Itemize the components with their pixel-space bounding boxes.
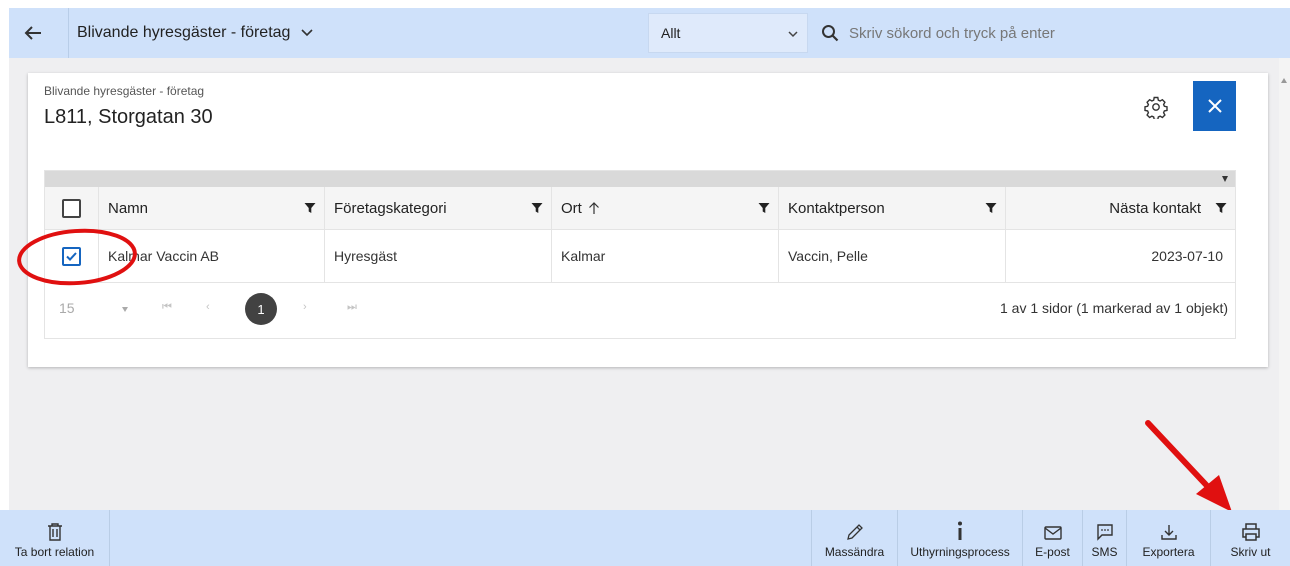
select-all-checkbox[interactable] [62,198,81,218]
rental-process-button[interactable]: Uthyrningsprocess [897,510,1022,566]
column-header-label: Kontaktperson [788,199,885,217]
column-header-nasta-kontakt[interactable]: Nästa kontakt [1006,187,1235,229]
cell-kontaktperson: Vaccin, Pelle [779,230,1006,282]
email-button[interactable]: E-post [1022,510,1082,566]
sms-button[interactable]: SMS [1082,510,1126,566]
caret-down-icon[interactable] [1222,176,1228,182]
filter-icon[interactable] [985,202,997,214]
search-icon [822,25,839,42]
grid-toolbar[interactable] [45,171,1235,187]
row-select-cell [45,230,99,282]
column-header-label: Namn [108,199,149,217]
delete-relation-button[interactable]: Ta bort relation [0,510,110,566]
filter-icon[interactable] [758,202,770,214]
filter-icon[interactable] [1215,202,1227,214]
scrollbar[interactable] [1279,58,1290,510]
pager: 15 ⏮ ‹ 1 › ⏭ 1 av 1 sidor (1 markerad av… [45,283,1235,339]
filter-select[interactable]: Allt [648,13,808,53]
bulk-edit-button[interactable]: Massändra [811,510,897,566]
header-row: Namn Företagskategori Ort Kontaktperson … [45,187,1235,230]
card-subtitle: Blivande hyresgäster - företag [44,84,205,98]
prev-page-icon[interactable]: ‹ [206,301,210,313]
filter-icon[interactable] [304,202,316,214]
cell-ort: Kalmar [552,230,779,282]
page-size-value: 15 [59,300,75,316]
column-header-ort[interactable]: Ort [552,187,779,229]
filter-icon[interactable] [531,202,543,214]
chevron-down-icon [301,29,314,37]
header-select-cell [45,187,99,229]
column-header-namn[interactable]: Namn [99,187,325,229]
scroll-up-arrow[interactable] [1281,78,1287,83]
info-icon [958,521,962,540]
view-title-dropdown[interactable]: Blivande hyresgäster - företag [77,8,314,58]
check-icon [66,251,77,261]
divider [68,8,69,58]
close-icon [1207,99,1222,113]
bulk-edit-label: Massändra [824,545,885,559]
pager-info: 1 av 1 sidor (1 markerad av 1 objekt) [1000,300,1228,316]
export-label: Exportera [1142,545,1195,559]
chevron-down-icon [788,31,798,38]
chat-icon [1096,524,1113,541]
trash-icon [47,523,62,541]
arrow-up-icon [588,202,599,214]
gear-icon[interactable] [1144,95,1168,119]
row-checkbox[interactable] [62,246,81,266]
rental-process-label: Uthyrningsprocess [910,545,1010,559]
export-button[interactable]: Exportera [1126,510,1210,566]
printer-icon [1241,523,1260,541]
pencil-icon [846,524,863,540]
first-page-icon[interactable]: ⏮ [162,301,172,314]
column-header-label: Nästa kontakt [1109,199,1201,217]
download-icon [1160,525,1177,540]
next-page-icon[interactable]: › [303,301,307,313]
card-title: L811, Storgatan 30 [44,106,213,128]
cell-foretagskategori: Hyresgäst [325,230,552,282]
caret-down-icon [122,307,128,312]
top-bar: Blivande hyresgäster - företag Allt Skri… [9,8,1290,58]
view-title: Blivande hyresgäster - företag [77,24,291,41]
cell-nasta-kontakt: 2023-07-10 [1151,248,1223,264]
data-grid: Namn Företagskategori Ort Kontaktperson … [44,170,1236,339]
close-button[interactable] [1193,81,1236,131]
search-field[interactable]: Skriv sökord och tryck på enter [821,8,1055,58]
column-header-label: Företagskategori [334,199,447,217]
print-label: Skriv ut [1230,545,1271,559]
column-header-foretagskategori[interactable]: Företagskategori [325,187,552,229]
filter-select-value: Allt [661,25,681,41]
search-input[interactable]: Skriv sökord och tryck på enter [849,25,1055,42]
column-header-kontaktperson[interactable]: Kontaktperson [779,187,1006,229]
email-label: E-post [1035,545,1070,559]
column-header-label: Ort [561,199,582,217]
page-number-button[interactable]: 1 [245,293,277,325]
mail-icon [1043,526,1062,540]
table-row[interactable]: Kalmar Vaccin AB Hyresgäst Kalmar Vaccin… [45,230,1235,283]
delete-relation-label: Ta bort relation [14,545,95,559]
page-size-select[interactable]: 15 [50,294,135,322]
print-button[interactable]: Skriv ut [1210,510,1290,566]
last-page-icon[interactable]: ⏭ [347,301,357,314]
detail-card: Blivande hyresgäster - företag L811, Sto… [28,73,1268,367]
sms-label: SMS [1091,545,1118,559]
arrow-left-icon[interactable] [21,21,45,45]
bottom-toolbar: Ta bort relation Massändra Uthyrningspro… [0,510,1290,566]
cell-namn: Kalmar Vaccin AB [99,230,325,282]
